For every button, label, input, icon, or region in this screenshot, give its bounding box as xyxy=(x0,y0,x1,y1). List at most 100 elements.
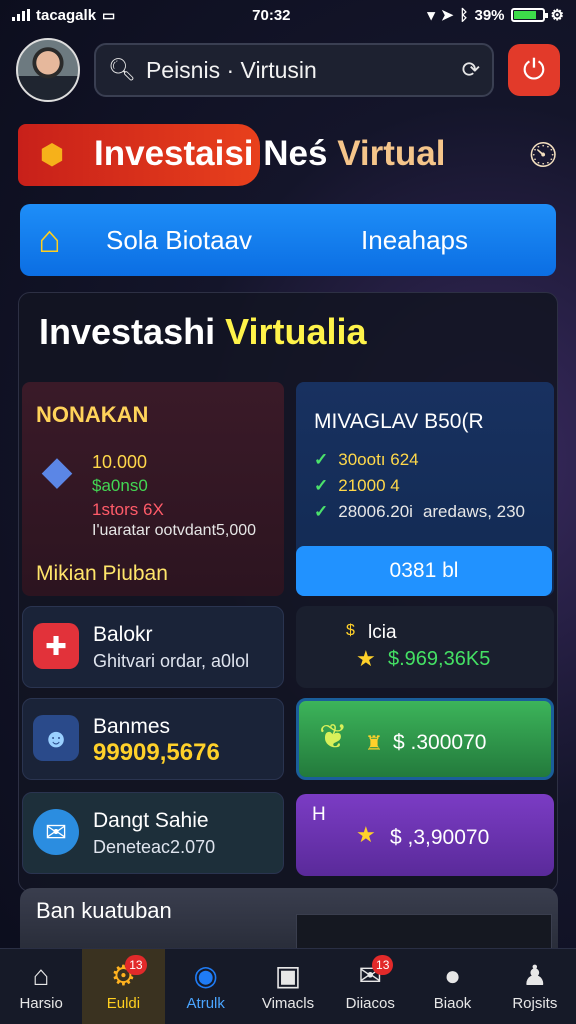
people-icon: ☻ xyxy=(33,715,79,761)
leaf-icon: ❦ xyxy=(319,718,348,756)
badge-icon: ◆ xyxy=(41,449,73,493)
carrier-label: tacagalk xyxy=(36,6,97,24)
settings-status-icon: ⚙ xyxy=(550,7,564,24)
status-bar: tacagalk ▭ 70:32 ▾ ➤ ᛒ 39% ⚙ xyxy=(0,0,576,30)
list-item[interactable]: ✉ Dangt Sahie Deneteac2.070 xyxy=(22,792,284,874)
bag-icon: ♜ xyxy=(365,733,383,755)
page-title-part1: Investaisi Neś xyxy=(94,134,328,173)
nav-label: Harsio xyxy=(19,995,63,1012)
check-icon: ✓ xyxy=(314,450,329,469)
reward-tile-label: lcia xyxy=(368,622,397,643)
list-item-subtitle: 99909,5676 xyxy=(93,739,220,766)
nav-item-explore[interactable]: ◉ Atrulk xyxy=(165,949,247,1024)
timer-icon[interactable]: ⏲ xyxy=(528,134,558,177)
nav-label: Biaok xyxy=(433,995,472,1012)
wifi-icon: ▾ xyxy=(427,7,435,24)
plan-card: MIVAGLAV B50(R ✓ 30ootı 624 ✓ 21000 4 ✓ … xyxy=(296,382,554,596)
wallet-status-icon: ▭ xyxy=(102,6,116,23)
nav-label: Atrulk xyxy=(186,995,225,1012)
profile-icon: ♟ xyxy=(522,960,548,991)
list-item-title: Banmes xyxy=(93,715,171,738)
notification-badge: 13 xyxy=(125,955,147,975)
plan-row-value: 21000 4 xyxy=(338,476,400,495)
list-item-subtitle: Deneteac2.070 xyxy=(93,837,216,857)
reward-tile-label: H xyxy=(312,804,326,825)
reward-tile[interactable]: $ lcia ★ $.969,36K5 xyxy=(296,606,554,688)
list-item-title: Dangt Sahie xyxy=(93,809,209,832)
panel-title-part2: Virtualia xyxy=(225,311,367,352)
nav-item-chat[interactable]: ● Biaok xyxy=(411,949,493,1024)
plan-action-button[interactable]: 0381 bl xyxy=(296,546,552,596)
nav-label: Vimacls xyxy=(261,995,315,1012)
banner-left-label: Sola Biotaav xyxy=(106,224,252,255)
home-icon: ⌂ xyxy=(32,960,50,991)
signal-icon xyxy=(12,9,30,21)
banner-right-label: Ineahaps xyxy=(361,224,468,255)
summary-value-3: 1stors 6X xyxy=(92,500,164,519)
plan-row-value: 30ootı 624 xyxy=(338,450,419,469)
plan-row-detail: aredaws, 230 xyxy=(422,502,526,521)
avatar[interactable] xyxy=(16,38,80,102)
grid-icon: ▣ xyxy=(274,960,302,991)
search-bar[interactable]: 🔍︎ Peisnis · Virtusin ⟳ xyxy=(94,43,494,97)
list-item[interactable]: ☻ Banmes 99909,5676 xyxy=(22,698,284,780)
reward-tile-amount: $ ,3,90070 xyxy=(390,826,490,849)
refresh-icon[interactable]: ⟳ xyxy=(462,57,480,83)
nav-item-home[interactable]: ⌂ Harsio xyxy=(0,949,82,1024)
summary-value-2: $a0ns0 xyxy=(92,476,148,495)
reward-tile[interactable]: ❦ ♜ $ .300070 xyxy=(296,698,554,780)
nav-item-messages[interactable]: ✉ Diiacos 13 xyxy=(329,949,411,1024)
location-icon: ➤ xyxy=(440,7,454,24)
plan-row: ✓ 30ootı 624 xyxy=(314,450,419,470)
nav-label: Diiacos xyxy=(345,995,395,1012)
battery-icon xyxy=(510,8,548,22)
plan-row-value: 28006.20i xyxy=(338,502,413,521)
nav-item-build[interactable]: ⚙ Euldi 13 xyxy=(82,949,165,1024)
reward-tile-amount: $.969,36K5 xyxy=(388,648,491,670)
summary-footer[interactable]: Mikian Piuban xyxy=(36,562,168,586)
page-title: Investaisi Neś Virtual xyxy=(94,134,445,174)
summary-note: I'uaratar ootvdant5,000 xyxy=(92,522,257,539)
compass-icon: ◉ xyxy=(193,960,218,991)
page-title-part2: Virtual xyxy=(337,134,446,173)
list-item-subtitle: Ghitvari ordar, a0lol xyxy=(93,651,250,671)
money-bag-icon: $ xyxy=(346,622,355,639)
reward-tile-amount: $ .300070 xyxy=(393,731,487,754)
bottom-nav: ⌂ Harsio ⚙ Euldi 13 ◉ Atrulk ▣ Vimacls ✉… xyxy=(0,948,576,1024)
mail-icon: ✉ xyxy=(33,809,79,855)
panel-title-part1: Investashi xyxy=(39,311,216,352)
search-icon: 🔍︎ xyxy=(108,57,136,82)
reward-tile[interactable]: H ★ $ ,3,90070 xyxy=(296,794,554,876)
gift-icon: ✚ xyxy=(33,623,79,669)
list-item[interactable]: ✚ Balokr Ghitvari ordar, a0lol xyxy=(22,606,284,688)
clock-label: 70:32 xyxy=(252,6,291,24)
check-icon: ✓ xyxy=(314,502,329,521)
plan-card-heading: MIVAGLAV B50(R xyxy=(314,410,484,433)
star-icon: ★ xyxy=(356,822,376,847)
nav-label: Euldi xyxy=(106,995,141,1012)
summary-card-heading: NONAKAN xyxy=(36,402,149,427)
power-button[interactable]: ⏻ xyxy=(508,44,560,96)
nav-item-profile[interactable]: ♟ Rojsits xyxy=(494,949,576,1024)
bluetooth-icon: ᛒ xyxy=(459,6,469,24)
bottom-section-title: Ban kuatuban xyxy=(36,898,172,923)
summary-value-1: 10.000 xyxy=(92,452,148,472)
shield-icon: ⬢ xyxy=(39,139,65,170)
battery-percent: 39% xyxy=(474,6,505,24)
nav-item-grid[interactable]: ▣ Vimacls xyxy=(247,949,329,1024)
top-bar: 🔍︎ Peisnis · Virtusin ⟳ ⏻ xyxy=(16,34,564,106)
info-banner[interactable]: ⌂ Sola Biotaav Ineahaps xyxy=(20,204,556,276)
plan-row: ✓ 21000 4 xyxy=(314,476,400,496)
star-icon: ★ xyxy=(356,646,376,671)
panel-title: Investashi Virtualia xyxy=(39,311,367,353)
chat-icon: ● xyxy=(444,960,461,991)
home-icon: ⌂ xyxy=(38,218,61,261)
nav-label: Rojsits xyxy=(512,995,558,1012)
notification-badge: 13 xyxy=(372,955,394,975)
search-input[interactable]: Peisnis · Virtusin xyxy=(146,57,452,84)
power-icon: ⏻ xyxy=(522,53,546,85)
check-icon: ✓ xyxy=(314,476,329,495)
plan-row: ✓ 28006.20i aredaws, 230 xyxy=(314,502,525,522)
title-bar: ⬢ Investaisi Neś Virtual ⏲ xyxy=(18,124,558,186)
summary-card[interactable]: NONAKAN ◆ 10.000 $a0ns0 1stors 6X I'uara… xyxy=(22,382,284,596)
